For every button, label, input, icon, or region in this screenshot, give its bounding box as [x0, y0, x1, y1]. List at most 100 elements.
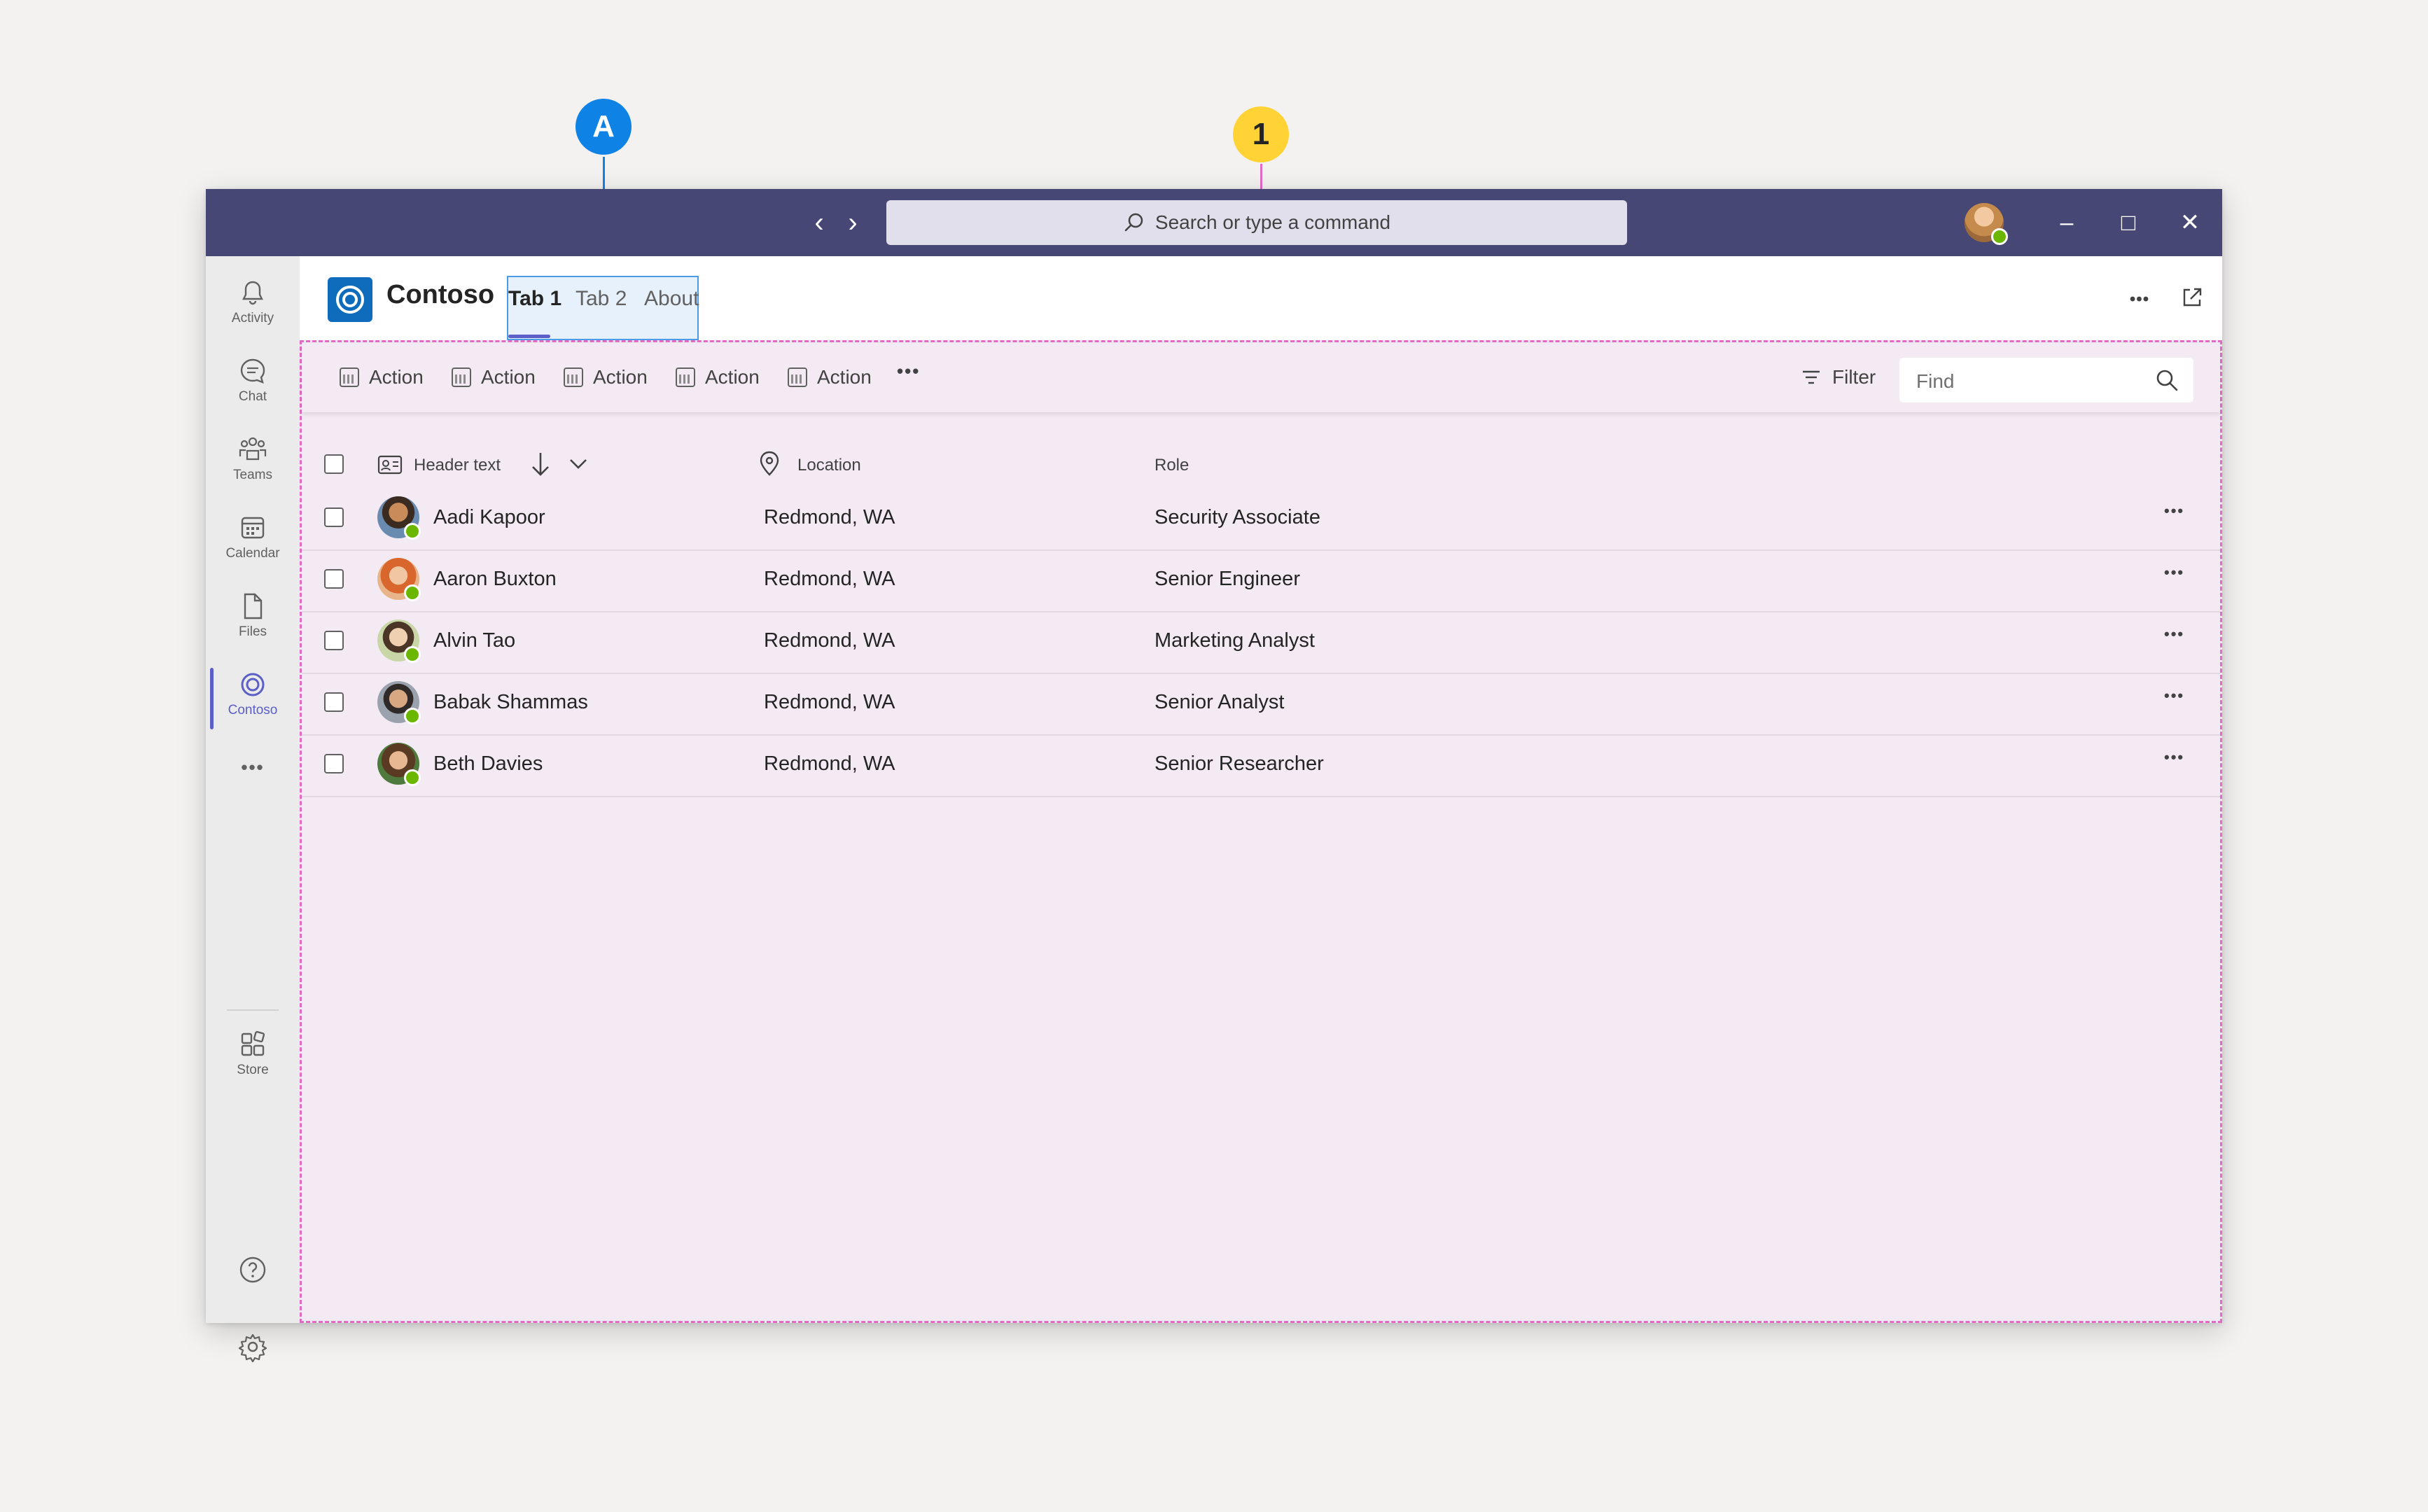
row-more-options-button[interactable]: •••	[2164, 687, 2184, 705]
toolbar-overflow-button[interactable]: •••	[897, 360, 920, 382]
table-row[interactable]: Aadi Kapoor Redmond, WA Security Associa…	[302, 488, 2220, 551]
profile-avatar[interactable]	[1965, 203, 2008, 245]
table-icon	[564, 368, 583, 387]
callout-1-badge: 1	[1233, 106, 1289, 162]
more-icon: •••	[241, 757, 265, 778]
rail-label: Teams	[233, 468, 272, 482]
person-name: Alvin Tao	[433, 629, 516, 652]
main-area: Contoso Tab 1 Tab 2 About ••• Action Act…	[300, 256, 2222, 1323]
tab-about[interactable]: About	[644, 287, 699, 311]
callout-a-badge: A	[575, 99, 632, 155]
filter-icon	[1803, 370, 1820, 384]
tab-2[interactable]: Tab 2	[575, 287, 627, 311]
command-toolbar: Action Action Action Action Action ••• F…	[302, 342, 2220, 412]
column-header-location[interactable]: Location	[797, 456, 861, 475]
action-label: Action	[817, 366, 872, 388]
avatar	[377, 620, 421, 663]
rail-label: Activity	[231, 311, 274, 326]
person-location: Redmond, WA	[764, 568, 895, 590]
row-checkbox[interactable]	[324, 754, 344, 774]
row-more-options-button[interactable]: •••	[2164, 625, 2184, 643]
person-location: Redmond, WA	[764, 691, 895, 713]
row-checkbox[interactable]	[324, 507, 344, 527]
column-header-name[interactable]: Header text	[414, 456, 501, 475]
presence-available-icon	[404, 646, 421, 663]
teams-icon	[239, 437, 267, 461]
person-name: Aadi Kapoor	[433, 506, 545, 528]
search-icon[interactable]	[2154, 368, 2179, 393]
action-button[interactable]: Action	[564, 363, 648, 391]
table-icon	[340, 368, 359, 387]
action-label: Action	[481, 366, 536, 388]
app-header: Contoso Tab 1 Tab 2 About •••	[300, 256, 2222, 340]
rail-label: Calendar	[225, 546, 280, 561]
person-name: Aaron Buxton	[433, 568, 557, 590]
person-role: Marketing Analyst	[1154, 629, 1315, 652]
row-checkbox[interactable]	[324, 569, 344, 589]
row-checkbox[interactable]	[324, 692, 344, 712]
table-row[interactable]: Babak Shammas Redmond, WA Senior Analyst…	[302, 673, 2220, 736]
action-button[interactable]: Action	[340, 363, 424, 391]
rail-item-teams[interactable]: Teams	[206, 428, 300, 498]
column-header-role[interactable]: Role	[1154, 456, 1189, 475]
rail-item-files[interactable]: Files	[206, 585, 300, 655]
rail-label: Files	[238, 624, 267, 639]
row-more-options-button[interactable]: •••	[2164, 748, 2184, 766]
avatar	[377, 681, 421, 724]
rail-item-calendar[interactable]: Calendar	[206, 507, 300, 577]
contoso-logo-icon	[328, 277, 372, 322]
action-button[interactable]: Action	[676, 363, 760, 391]
calendar-icon	[241, 517, 265, 539]
presence-available-icon	[404, 584, 421, 601]
command-search-box[interactable]: Search or type a command	[886, 200, 1627, 245]
tab-1[interactable]: Tab 1	[508, 287, 561, 311]
help-button[interactable]	[206, 1250, 300, 1292]
avatar	[377, 558, 421, 601]
active-tab-indicator	[508, 335, 550, 338]
pop-out-button[interactable]	[2178, 286, 2206, 314]
contact-card-icon	[377, 455, 403, 475]
settings-button[interactable]	[206, 1327, 300, 1369]
close-button[interactable]: ✕	[2170, 206, 2210, 239]
person-role: Senior Researcher	[1154, 752, 1324, 775]
rail-item-activity[interactable]: Activity	[206, 272, 300, 342]
person-role: Security Associate	[1154, 506, 1320, 528]
rail-item-contoso[interactable]: Contoso	[206, 664, 300, 734]
presence-available-icon	[404, 769, 421, 786]
chat-icon	[240, 358, 265, 384]
filter-button[interactable]: Filter	[1800, 363, 1876, 391]
app-more-options-button[interactable]: •••	[2126, 286, 2154, 314]
maximize-button[interactable]: □	[2109, 206, 2148, 239]
avatar	[377, 743, 421, 786]
sort-descending-icon[interactable]	[529, 450, 552, 478]
action-label: Action	[705, 366, 760, 388]
search-placeholder: Search or type a command	[1154, 211, 1391, 233]
table-row[interactable]: Beth Davies Redmond, WA Senior Researche…	[302, 734, 2220, 797]
action-button[interactable]: Action	[788, 363, 872, 391]
find-input[interactable]: Find	[1899, 358, 2193, 402]
table-row[interactable]: Aaron Buxton Redmond, WA Senior Engineer…	[302, 550, 2220, 612]
rail-label: Chat	[238, 389, 267, 404]
row-more-options-button[interactable]: •••	[2164, 502, 2184, 520]
rail-item-store[interactable]: Store	[206, 1023, 300, 1093]
back-button[interactable]: ‹	[804, 206, 835, 239]
table-row[interactable]: Alvin Tao Redmond, WA Marketing Analyst …	[302, 611, 2220, 674]
row-checkbox[interactable]	[324, 631, 344, 650]
person-name: Babak Shammas	[433, 691, 588, 713]
minimize-button[interactable]: –	[2047, 206, 2086, 239]
person-location: Redmond, WA	[764, 629, 895, 652]
forward-button[interactable]: ›	[837, 206, 868, 239]
bell-icon	[242, 281, 263, 305]
store-icon	[241, 1030, 265, 1056]
search-icon	[1124, 213, 1143, 232]
gear-icon	[238, 1334, 267, 1362]
person-location: Redmond, WA	[764, 506, 895, 528]
rail-more-apps-button[interactable]: •••	[206, 746, 300, 788]
row-more-options-button[interactable]: •••	[2164, 564, 2184, 582]
table-icon	[452, 368, 471, 387]
action-button[interactable]: Action	[452, 363, 536, 391]
help-icon	[239, 1256, 266, 1283]
chevron-down-icon[interactable]	[568, 454, 589, 472]
rail-item-chat[interactable]: Chat	[206, 350, 300, 420]
select-all-checkbox[interactable]	[324, 454, 344, 474]
